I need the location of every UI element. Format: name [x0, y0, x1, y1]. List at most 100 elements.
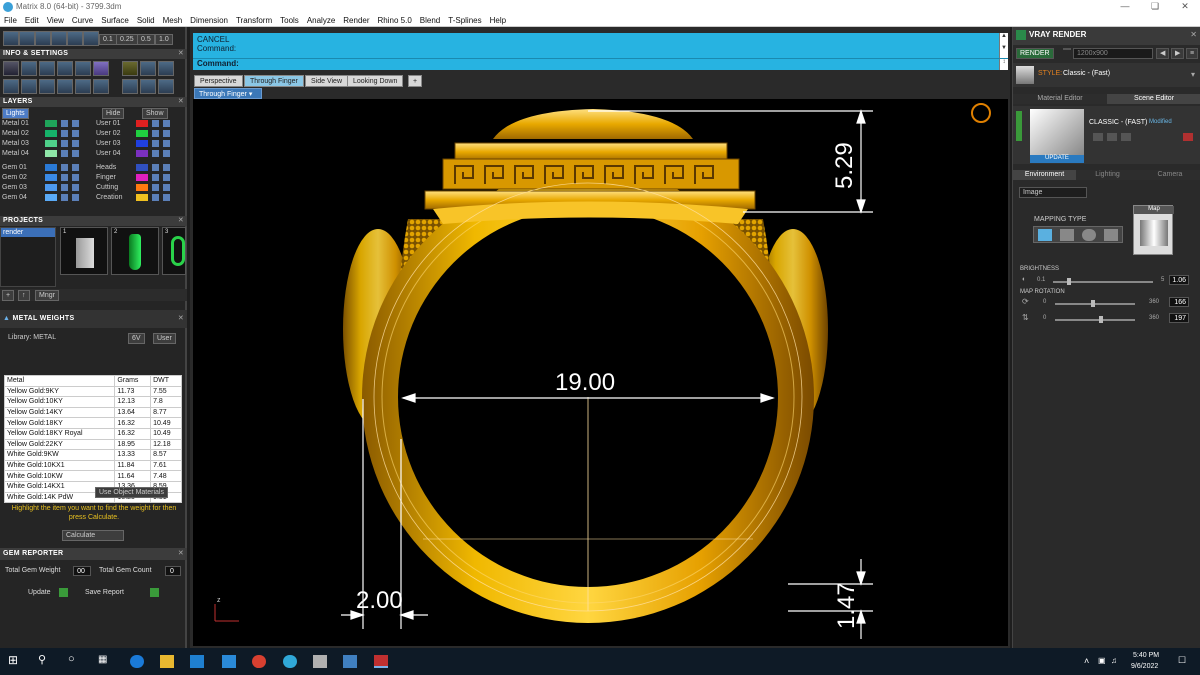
menu-tools[interactable]: Tools — [276, 14, 303, 25]
snap-0-25[interactable]: 0.25 — [116, 34, 138, 45]
menu-edit[interactable]: Edit — [21, 14, 43, 25]
tab-looking-down[interactable]: Looking Down — [347, 75, 404, 87]
slider-knob[interactable] — [1099, 316, 1103, 323]
chrome-icon[interactable] — [252, 655, 266, 668]
layer-color-swatch[interactable] — [136, 130, 148, 137]
cortana-icon[interactable]: ○ — [68, 653, 82, 666]
style-value[interactable]: Classic - (Fast) — [1063, 70, 1110, 77]
app-icon[interactable] — [313, 655, 327, 668]
update-button[interactable]: Update — [28, 589, 51, 596]
layer-color-swatch[interactable] — [136, 174, 148, 181]
project-thumb-2[interactable]: 2 — [111, 227, 159, 275]
table-row[interactable]: White Gold:10KW 11.64 7.48 — [3, 470, 182, 482]
layer-row[interactable]: Metal 02 — [2, 129, 90, 138]
layer-row[interactable]: Metal 01 — [2, 119, 90, 128]
chevron-down-icon[interactable]: ▾ — [1191, 70, 1195, 79]
show-button[interactable]: Show — [142, 108, 168, 119]
brightness-value[interactable]: 1.06 — [1169, 275, 1189, 285]
snap-0-5[interactable]: 0.5 — [137, 34, 155, 45]
table-row[interactable]: Yellow Gold:18KY 16.32 10.49 — [3, 417, 182, 429]
layer-row[interactable]: Metal 03 — [2, 139, 90, 148]
tool-icon[interactable] — [3, 79, 19, 94]
layer-row[interactable]: User 04 — [96, 149, 184, 158]
layer-color-swatch[interactable] — [136, 194, 148, 201]
menu-solid[interactable]: Solid — [133, 14, 159, 25]
menu-transform[interactable]: Transform — [232, 14, 276, 25]
layer-row[interactable]: User 02 — [96, 129, 184, 138]
lock-icon[interactable] — [61, 120, 68, 127]
layer-color-swatch[interactable] — [136, 120, 148, 127]
snap-0-1[interactable]: 0.1 — [99, 34, 117, 45]
tool-icon[interactable] — [122, 79, 138, 94]
menu-analyze[interactable]: Analyze — [303, 14, 339, 25]
3d-viewport[interactable]: 5.29 19.00 2.00 1.47 z — [193, 99, 1008, 646]
layer-color-swatch[interactable] — [45, 120, 57, 127]
table-row[interactable]: White Gold:9KW 13.33 8.57 — [3, 449, 182, 461]
layer-color-swatch[interactable] — [45, 194, 57, 201]
menu-view[interactable]: View — [43, 14, 68, 25]
menu-render[interactable]: Render — [339, 14, 373, 25]
layer-color-swatch[interactable] — [45, 130, 57, 137]
scrollbar[interactable]: ▲ ▼ — [999, 33, 1008, 58]
tab-side-view[interactable]: Side View — [305, 75, 349, 87]
maximize-icon[interactable]: ❏ — [1140, 0, 1170, 14]
rotation-v-value[interactable]: 197 — [1169, 313, 1189, 323]
tab-material-editor[interactable]: Material Editor — [1013, 94, 1107, 104]
layer-color-swatch[interactable] — [45, 184, 57, 191]
table-row[interactable]: Yellow Gold:10KY 12.13 7.8 — [3, 396, 182, 408]
slider-knob[interactable] — [1067, 278, 1071, 285]
visibility-icon[interactable] — [163, 150, 170, 157]
map-cylinder-icon[interactable] — [1104, 229, 1118, 241]
visibility-icon[interactable] — [72, 140, 79, 147]
tab-scene-editor[interactable]: Scene Editor — [1107, 94, 1200, 104]
col-metal[interactable]: Metal — [3, 375, 116, 387]
edge-icon[interactable] — [130, 655, 144, 668]
preset-tool-icon[interactable] — [1093, 133, 1103, 141]
visibility-icon[interactable] — [163, 164, 170, 171]
tool-icon[interactable] — [3, 31, 19, 46]
tool-icon[interactable] — [51, 31, 67, 46]
visibility-icon[interactable] — [72, 174, 79, 181]
rotation-h-slider[interactable] — [1055, 300, 1135, 307]
project-item-render[interactable]: render — [1, 228, 55, 237]
tool-icon[interactable] — [140, 79, 156, 94]
layer-color-swatch[interactable] — [136, 164, 148, 171]
play-icon[interactable] — [150, 588, 159, 597]
lock-icon[interactable] — [152, 140, 159, 147]
preset-tool-icon[interactable] — [1107, 133, 1117, 141]
layer-row[interactable]: Creation — [96, 193, 184, 202]
tool-icon[interactable] — [39, 61, 55, 76]
menu-rhino[interactable]: Rhino 5.0 — [374, 14, 416, 25]
layer-color-swatch[interactable] — [136, 140, 148, 147]
tab-perspective[interactable]: Perspective — [194, 75, 243, 87]
rotation-h-value[interactable]: 166 — [1169, 297, 1189, 307]
layer-color-swatch[interactable] — [136, 184, 148, 191]
menu-help[interactable]: Help — [486, 14, 510, 25]
menu-file[interactable]: File — [0, 14, 21, 25]
search-icon[interactable] — [21, 61, 37, 76]
project-thumb-1[interactable]: 1 — [60, 227, 108, 275]
visibility-icon[interactable] — [163, 140, 170, 147]
visibility-icon[interactable] — [163, 174, 170, 181]
resolution-icon[interactable] — [1063, 48, 1071, 50]
tool-icon[interactable] — [19, 31, 35, 46]
play-icon[interactable] — [59, 588, 68, 597]
lock-icon[interactable] — [61, 164, 68, 171]
subtab-environment[interactable]: Environment — [1013, 170, 1076, 180]
tool-icon[interactable] — [75, 61, 91, 76]
play-icon[interactable]: ▶ — [1171, 48, 1185, 59]
render-button[interactable]: RENDER — [1016, 48, 1054, 59]
lock-icon[interactable] — [61, 194, 68, 201]
calculate-button[interactable]: Calculate — [62, 530, 124, 541]
tool-icon[interactable] — [75, 79, 91, 94]
layer-color-swatch[interactable] — [45, 164, 57, 171]
add-project-button[interactable]: + — [2, 290, 15, 301]
tab-through-finger[interactable]: Through Finger — [244, 75, 304, 87]
tool-icon[interactable] — [21, 79, 37, 94]
clock-date[interactable]: 9/6/2022 — [1131, 663, 1158, 670]
search-icon[interactable]: ⚲ — [38, 653, 52, 666]
map-preview[interactable]: Map — [1133, 205, 1174, 255]
tool-icon[interactable] — [158, 61, 174, 76]
snap-1-0[interactable]: 1.0 — [155, 34, 173, 45]
preset-tool-icon[interactable] — [1121, 133, 1131, 141]
